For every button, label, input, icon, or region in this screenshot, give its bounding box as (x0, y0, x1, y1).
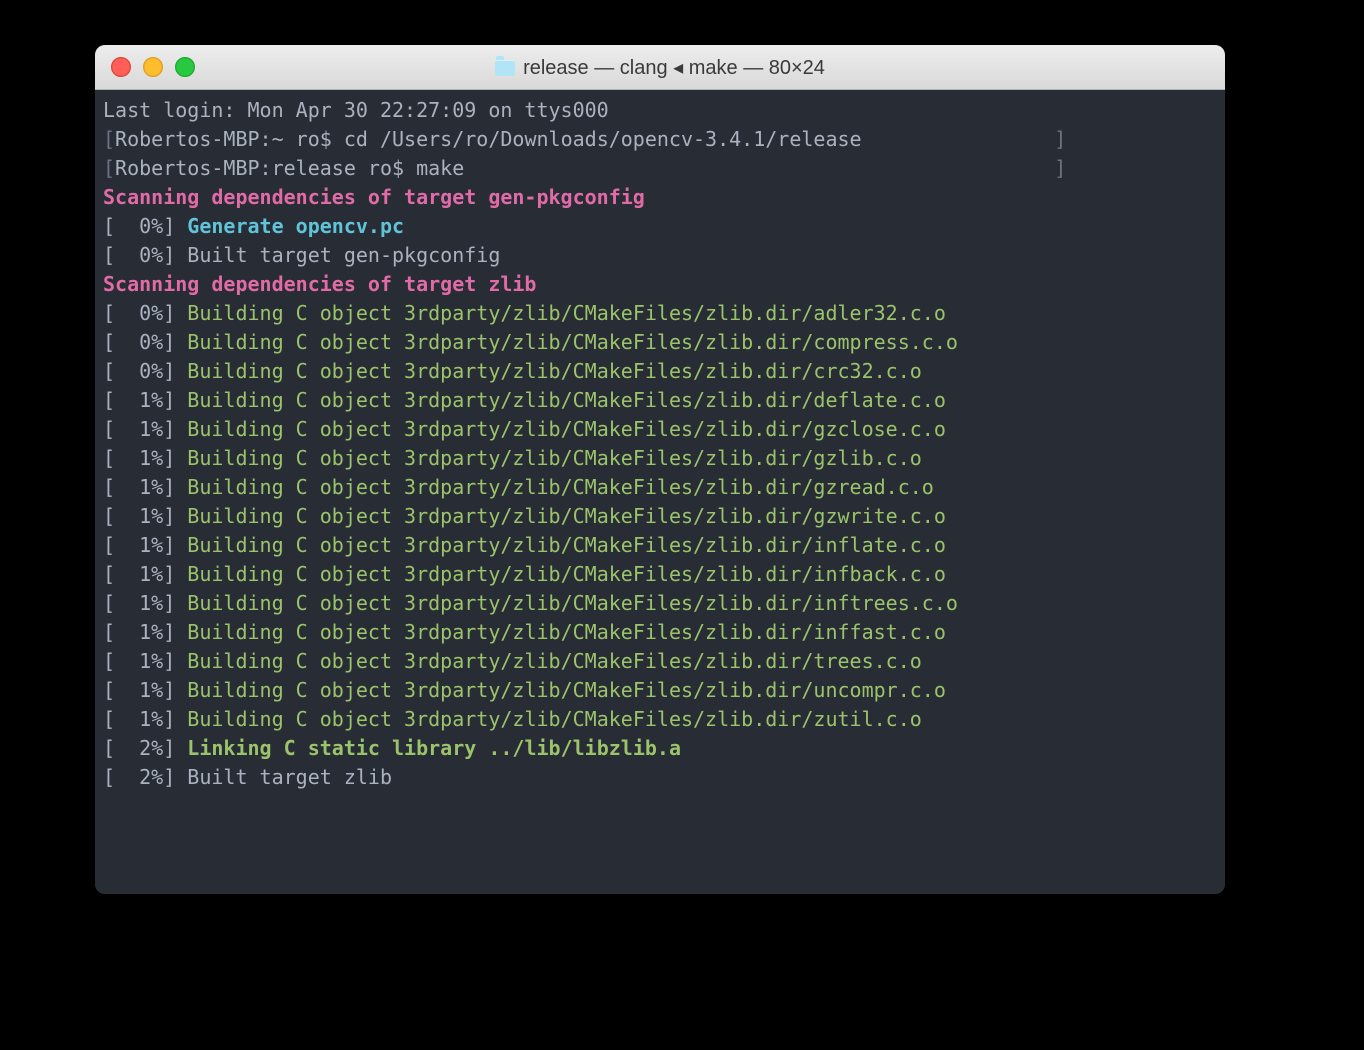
terminal-text-segment: [ 1%] (103, 678, 187, 702)
folder-icon (495, 60, 515, 76)
terminal-line: [ 1%] Building C object 3rdparty/zlib/CM… (103, 589, 1217, 618)
terminal-line: [ 1%] Building C object 3rdparty/zlib/CM… (103, 386, 1217, 415)
terminal-text-segment: Building C object 3rdparty/zlib/CMakeFil… (187, 533, 946, 557)
terminal-text-segment: Last login: Mon Apr 30 22:27:09 on ttys0… (103, 98, 609, 122)
terminal-text-segment: Building C object 3rdparty/zlib/CMakeFil… (187, 504, 946, 528)
terminal-text-segment: Building C object 3rdparty/zlib/CMakeFil… (187, 591, 958, 615)
terminal-line: [ 0%] Built target gen-pkgconfig (103, 241, 1217, 270)
traffic-lights (95, 57, 195, 77)
terminal-text-segment: Building C object 3rdparty/zlib/CMakeFil… (187, 620, 946, 644)
titlebar[interactable]: release — clang ◂ make — 80×24 (95, 45, 1225, 90)
terminal-text-segment: Building C object 3rdparty/zlib/CMakeFil… (187, 475, 934, 499)
terminal-text-segment: Building C object 3rdparty/zlib/CMakeFil… (187, 359, 922, 383)
terminal-text-segment: Building C object 3rdparty/zlib/CMakeFil… (187, 446, 922, 470)
terminal-text-segment: [ 0%] (103, 330, 187, 354)
terminal-text-segment: [ 1%] (103, 591, 187, 615)
terminal-text-segment: [ 1%] (103, 504, 187, 528)
window-title-text: release — clang ◂ make — 80×24 (523, 55, 825, 80)
terminal-text-segment: [ 1%] (103, 388, 187, 412)
terminal-text-segment: Building C object 3rdparty/zlib/CMakeFil… (187, 388, 946, 412)
terminal-text-segment: Scanning dependencies of target zlib (103, 272, 536, 296)
terminal-body[interactable]: Last login: Mon Apr 30 22:27:09 on ttys0… (95, 90, 1225, 894)
terminal-text-segment: Generate opencv.pc (187, 214, 404, 238)
terminal-text-segment: [ 1%] (103, 620, 187, 644)
terminal-text-segment: [ 2%] (103, 736, 187, 760)
terminal-text-segment: Building C object 3rdparty/zlib/CMakeFil… (187, 678, 946, 702)
terminal-text-segment: [ 2%] Built target zlib (103, 765, 392, 789)
window-title: release — clang ◂ make — 80×24 (95, 55, 1225, 80)
terminal-text-segment: Building C object 3rdparty/zlib/CMakeFil… (187, 707, 922, 731)
desktop: release — clang ◂ make — 80×24 Last logi… (0, 0, 1364, 1050)
terminal-text-segment: Robertos-MBP:~ ro$ cd /Users/ro/Download… (115, 127, 862, 151)
terminal-text-segment: [ 0%] (103, 214, 187, 238)
close-button[interactable] (111, 57, 131, 77)
terminal-window: release — clang ◂ make — 80×24 Last logi… (95, 45, 1225, 894)
terminal-text-segment: [ 0%] Built target gen-pkgconfig (103, 243, 500, 267)
terminal-line: [ 1%] Building C object 3rdparty/zlib/CM… (103, 618, 1217, 647)
terminal-text-segment: Building C object 3rdparty/zlib/CMakeFil… (187, 301, 946, 325)
minimize-button[interactable] (143, 57, 163, 77)
terminal-text-segment: [ 1%] (103, 562, 187, 586)
terminal-text-segment: Linking C static library ../lib/libzlib.… (187, 736, 681, 760)
terminal-text-segment: ] (464, 156, 1066, 180)
terminal-text-segment: Building C object 3rdparty/zlib/CMakeFil… (187, 330, 958, 354)
terminal-line: [ 1%] Building C object 3rdparty/zlib/CM… (103, 676, 1217, 705)
terminal-line: [ 2%] Built target zlib (103, 763, 1217, 792)
terminal-line: [ 1%] Building C object 3rdparty/zlib/CM… (103, 415, 1217, 444)
terminal-text-segment: [ 1%] (103, 707, 187, 731)
terminal-text-segment: [ 1%] (103, 649, 187, 673)
terminal-line: [ 0%] Building C object 3rdparty/zlib/CM… (103, 357, 1217, 386)
terminal-text-segment: Scanning dependencies of target gen-pkgc… (103, 185, 645, 209)
terminal-line: [ 0%] Building C object 3rdparty/zlib/CM… (103, 299, 1217, 328)
terminal-text-segment: Building C object 3rdparty/zlib/CMakeFil… (187, 417, 946, 441)
terminal-line: [Robertos-MBP:~ ro$ cd /Users/ro/Downloa… (103, 125, 1217, 154)
terminal-text-segment: Building C object 3rdparty/zlib/CMakeFil… (187, 649, 922, 673)
terminal-text-segment: [ (103, 156, 115, 180)
terminal-text-segment: [ 1%] (103, 533, 187, 557)
terminal-text-segment: [ 1%] (103, 475, 187, 499)
terminal-text-segment: ] (862, 127, 1067, 151)
terminal-line: [ 0%] Generate opencv.pc (103, 212, 1217, 241)
terminal-text-segment: [ 1%] (103, 417, 187, 441)
terminal-line: [ 1%] Building C object 3rdparty/zlib/CM… (103, 473, 1217, 502)
terminal-text-segment: [ 1%] (103, 446, 187, 470)
terminal-line: Scanning dependencies of target zlib (103, 270, 1217, 299)
terminal-text-segment: Robertos-MBP:release ro$ make (115, 156, 464, 180)
terminal-line: Scanning dependencies of target gen-pkgc… (103, 183, 1217, 212)
terminal-line: Last login: Mon Apr 30 22:27:09 on ttys0… (103, 96, 1217, 125)
terminal-line: [ 2%] Linking C static library ../lib/li… (103, 734, 1217, 763)
terminal-line: [ 1%] Building C object 3rdparty/zlib/CM… (103, 705, 1217, 734)
terminal-text-segment: [ 0%] (103, 301, 187, 325)
terminal-line: [ 0%] Building C object 3rdparty/zlib/CM… (103, 328, 1217, 357)
terminal-line: [ 1%] Building C object 3rdparty/zlib/CM… (103, 531, 1217, 560)
terminal-text-segment: Building C object 3rdparty/zlib/CMakeFil… (187, 562, 946, 586)
terminal-text-segment: [ 0%] (103, 359, 187, 383)
terminal-line: [ 1%] Building C object 3rdparty/zlib/CM… (103, 502, 1217, 531)
terminal-line: [ 1%] Building C object 3rdparty/zlib/CM… (103, 560, 1217, 589)
terminal-line: [ 1%] Building C object 3rdparty/zlib/CM… (103, 444, 1217, 473)
terminal-line: [ 1%] Building C object 3rdparty/zlib/CM… (103, 647, 1217, 676)
zoom-button[interactable] (175, 57, 195, 77)
terminal-text-segment: [ (103, 127, 115, 151)
terminal-line: [Robertos-MBP:release ro$ make ] (103, 154, 1217, 183)
